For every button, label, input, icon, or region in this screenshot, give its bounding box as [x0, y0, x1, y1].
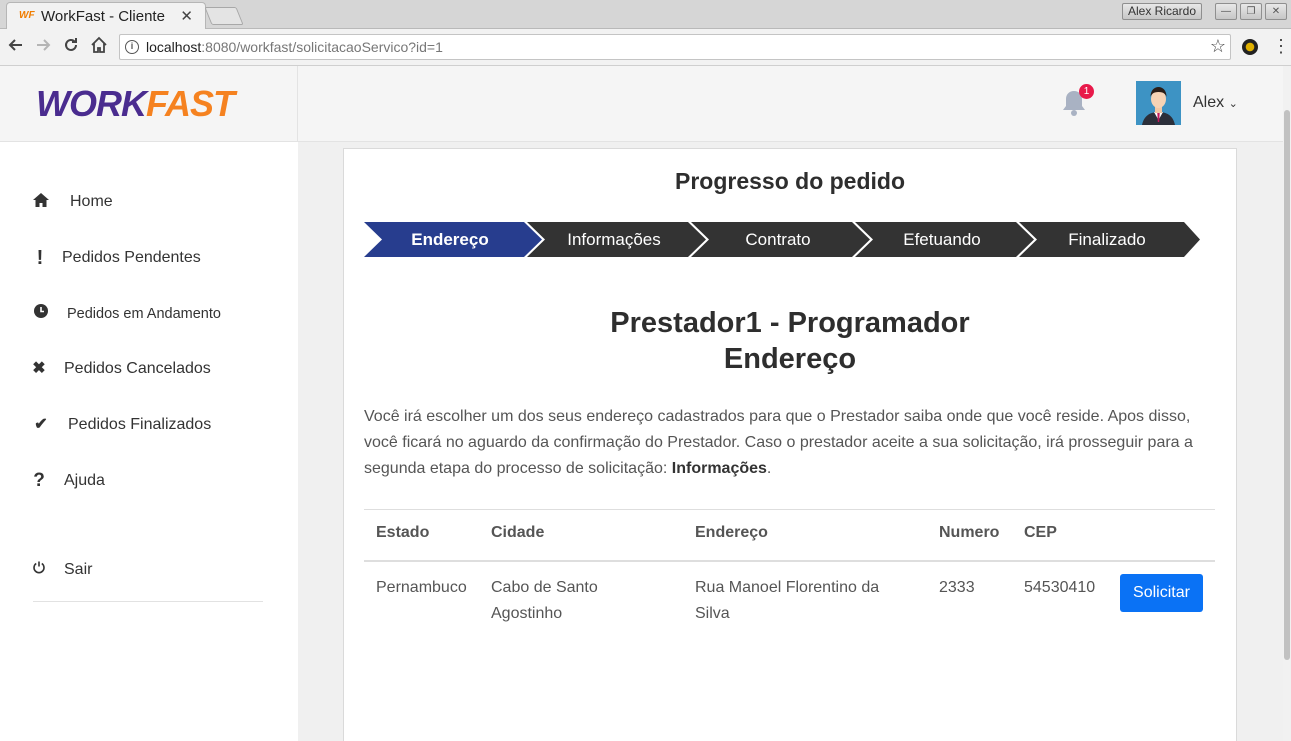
info-icon[interactable]: i — [125, 40, 139, 54]
check-icon: ✔ — [34, 416, 48, 433]
minimize-icon[interactable]: — — [1215, 3, 1237, 20]
favicon-icon: WF — [19, 10, 35, 21]
browser-tab[interactable]: WF WorkFast - Cliente ✕ — [6, 2, 206, 29]
sidebar-divider — [33, 601, 263, 602]
extension-icon[interactable] — [1242, 39, 1258, 55]
power-icon — [30, 560, 48, 580]
restore-icon[interactable]: ❐ — [1240, 3, 1262, 20]
sidebar-item-label: Sair — [64, 561, 93, 578]
sidebar-item-ajuda[interactable]: ? Ajuda — [0, 461, 298, 501]
column-header-cep: CEP — [1024, 524, 1057, 541]
clock-icon — [32, 304, 50, 324]
sidebar-item-pedidos-finalizados[interactable]: ✔ Pedidos Finalizados — [0, 405, 298, 445]
cell-numero: 2333 — [939, 579, 975, 596]
times-icon: ✖ — [32, 360, 46, 377]
sidebar-item-label: Pedidos Cancelados — [64, 360, 211, 377]
table-top-border — [364, 509, 1215, 510]
sidebar-item-label: Pedidos em Andamento — [67, 306, 221, 322]
column-header-endereco: Endereço — [695, 524, 768, 541]
column-header-numero: Numero — [939, 524, 1000, 541]
sidebar-item-pedidos-cancelados[interactable]: ✖ Pedidos Cancelados — [0, 349, 298, 389]
sidebar-item-sair[interactable]: Sair — [0, 550, 298, 590]
new-tab-button[interactable] — [204, 7, 244, 25]
progress-steps: Endereço Informações Contrato Efetuando … — [364, 222, 1204, 257]
sidebar-item-pedidos-em-andamento[interactable]: Pedidos em Andamento — [0, 294, 298, 334]
chevron-down-icon: ⌄ — [1228, 98, 1238, 110]
sidebar-item-label: Ajuda — [64, 472, 105, 489]
logo-area: WORKFAST — [0, 66, 298, 142]
sidebar-item-label: Home — [70, 193, 113, 210]
address-toolbar: i localhost:8080/workfast/solicitacaoSer… — [0, 29, 1291, 66]
tab-title: WorkFast - Cliente — [41, 8, 165, 25]
browser-tab-strip: WF WorkFast - Cliente ✕ Alex Ricardo — ❐… — [0, 0, 1291, 29]
sidebar: WORKFAST Home ! Pedidos Pendentes Pedido… — [0, 66, 298, 741]
cell-estado: Pernambuco — [376, 579, 467, 596]
progress-title: Progresso do pedido — [674, 168, 906, 194]
forward-icon[interactable] — [33, 36, 53, 58]
user-menu[interactable]: Alex ⌄ — [1193, 94, 1238, 112]
close-window-icon[interactable]: ✕ — [1265, 3, 1287, 20]
step-contrato: Contrato — [745, 230, 811, 249]
menu-icon[interactable]: ⋮ — [1272, 36, 1290, 57]
provider-title: Prestador1 - Programador — [610, 307, 970, 339]
sidebar-item-label: Pedidos Pendentes — [62, 249, 201, 266]
sidebar-item-pedidos-pendentes[interactable]: ! Pedidos Pendentes — [0, 238, 298, 278]
cell-endereco: Rua Manoel Florentino da Silva — [695, 579, 880, 622]
window-user-badge[interactable]: Alex Ricardo — [1122, 3, 1203, 20]
provider-heading: Prestador1 - Programador Endereço — [343, 305, 1237, 377]
section-title: Endereço — [723, 343, 857, 375]
top-header: 1 Alex ⌄ — [298, 66, 1283, 142]
home-icon[interactable] — [89, 36, 109, 58]
home-icon — [32, 192, 50, 212]
reload-icon[interactable] — [61, 36, 81, 58]
workfast-logo[interactable]: WORKFAST — [36, 84, 235, 124]
column-header-estado: Estado — [376, 524, 430, 541]
star-icon[interactable]: ☆ — [1210, 36, 1226, 57]
exclamation-icon: ! — [36, 247, 44, 269]
sidebar-item-label: Pedidos Finalizados — [68, 416, 212, 433]
step-enderecos: Endereço — [411, 230, 489, 249]
scrollbar-thumb[interactable] — [1284, 110, 1290, 660]
column-header-cidade: Cidade — [491, 524, 545, 541]
cell-cidade: Cabo de Santo Agostinho — [491, 579, 598, 622]
cell-cep: 54530410 — [1024, 579, 1096, 596]
avatar[interactable] — [1136, 81, 1181, 125]
step-efetuando: Efetuando — [903, 230, 981, 249]
url-text: localhost:8080/workfast/solicitacaoServi… — [146, 39, 443, 55]
table-header-border — [364, 560, 1215, 562]
step-informacoes: Informações — [567, 230, 661, 249]
solicitar-button[interactable]: Solicitar — [1120, 574, 1203, 612]
sidebar-item-home[interactable]: Home — [0, 182, 298, 222]
step-finalizado: Finalizado — [1068, 230, 1146, 249]
tab-close-icon[interactable]: ✕ — [180, 7, 193, 25]
description-text: Você irá escolher um dos seus endereço c… — [364, 408, 1193, 477]
address-bar[interactable]: i localhost:8080/workfast/solicitacaoSer… — [119, 34, 1231, 60]
question-icon: ? — [33, 470, 45, 491]
notification-badge: 1 — [1079, 84, 1094, 99]
back-icon[interactable] — [6, 36, 26, 58]
